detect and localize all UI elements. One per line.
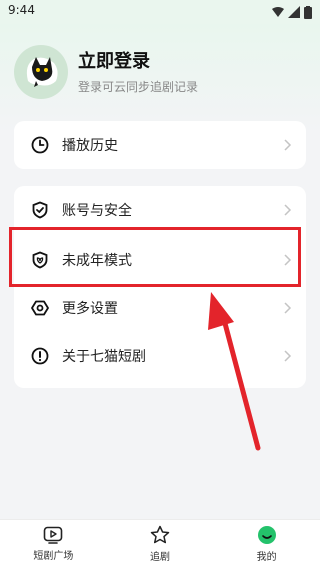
bottom-nav: 短剧广场 追剧 我的 <box>0 519 320 568</box>
tab-label: 追剧 <box>150 552 170 563</box>
tab-mine[interactable]: 我的 <box>213 520 320 568</box>
tab-label: 我的 <box>256 552 277 563</box>
annotation-arrow <box>208 292 261 451</box>
smile-face-icon <box>257 526 276 544</box>
play-square-icon <box>44 526 63 544</box>
tab-following[interactable]: 追剧 <box>107 520 214 568</box>
tab-drama-square[interactable]: 短剧广场 <box>0 520 107 568</box>
tab-label: 短剧广场 <box>33 551 74 562</box>
star-icon <box>150 525 170 544</box>
